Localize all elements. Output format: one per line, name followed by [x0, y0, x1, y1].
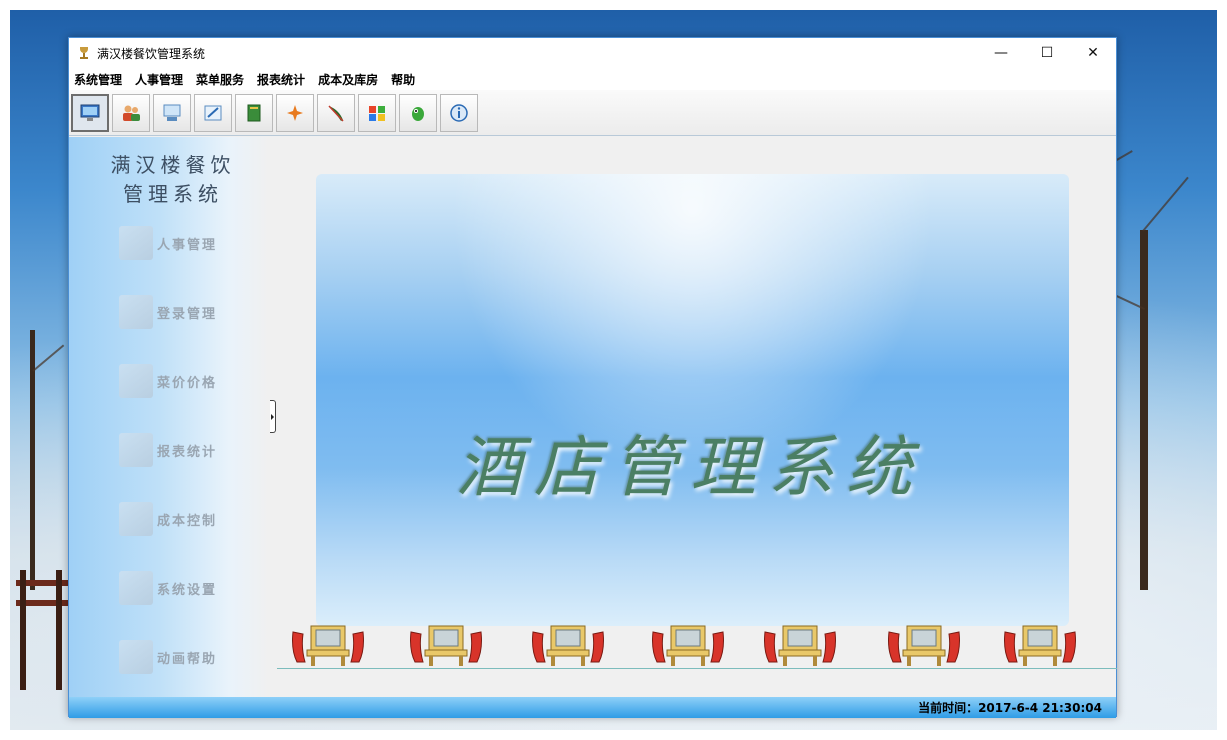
personnel-icon: [119, 226, 153, 260]
sidebar-item-label: 登录管理: [157, 306, 218, 322]
banner-title: 酒店管理系统: [456, 429, 924, 506]
sidebar-title: 满汉楼餐饮 管理系统: [103, 151, 243, 209]
title-bar: 满汉楼餐饮管理系统 — ☐ ✕: [69, 38, 1116, 68]
price-icon: [119, 364, 153, 398]
window-title: 满汉楼餐饮管理系统: [97, 46, 206, 61]
desk-chair-icon: [289, 622, 367, 668]
sidebar-item-label: 报表统计: [157, 444, 218, 460]
help-icon: [119, 640, 153, 674]
sidebar-title-line2: 管理系统: [123, 182, 223, 206]
book-icon: [247, 104, 261, 121]
sidebar-item-help[interactable]: 动画帮助: [119, 639, 217, 675]
toolbar-login-button[interactable]: [153, 93, 191, 132]
sidebar-item-label: 动画帮助: [157, 651, 218, 667]
sidebar-item-price[interactable]: 菜价价格: [119, 363, 217, 399]
desk-chair-icon: [529, 622, 607, 668]
login-icon: [119, 295, 153, 329]
computer-icon: [80, 104, 100, 121]
desk-chair-icon: [649, 622, 727, 668]
toolbar: [69, 90, 1116, 136]
cost-icon: [119, 502, 153, 536]
toolbar-star-button[interactable]: [276, 93, 314, 132]
app-window: 满汉楼餐饮管理系统 — ☐ ✕ 系统管理 人事管理 菜单服务 报表统计 成本及库…: [68, 37, 1117, 718]
sidebar-item-label: 菜价价格: [157, 375, 218, 391]
menu-cost[interactable]: 成本及库房: [318, 71, 378, 88]
wallpaper-tree: [1140, 230, 1148, 590]
sidebar-title-line1: 满汉楼餐饮: [110, 153, 236, 177]
menu-help[interactable]: 帮助: [391, 71, 415, 88]
desk-row: [289, 622, 1089, 668]
main-banner: 酒店管理系统: [316, 174, 1069, 626]
toolbar-edit-button[interactable]: [194, 93, 232, 132]
status-bar: 当前时间：2017-6-4 21:30:04: [69, 697, 1116, 718]
trophy-icon: [77, 46, 91, 60]
sidebar-item-label: 人事管理: [157, 237, 218, 253]
divider: [277, 668, 1117, 669]
sidebar-item-cost[interactable]: 成本控制: [119, 501, 217, 537]
status-time: 当前时间：2017-6-4 21:30:04: [918, 701, 1102, 715]
toolbar-mascot-button[interactable]: [399, 93, 437, 132]
desk-chair-icon: [885, 622, 963, 668]
minimize-button[interactable]: —: [978, 38, 1024, 68]
edit-icon: [204, 105, 222, 120]
toolbar-info-button[interactable]: [440, 93, 478, 132]
report-icon: [119, 433, 153, 467]
desk-chair-icon: [1001, 622, 1079, 668]
sidebar-item-settings[interactable]: 系统设置: [119, 570, 217, 606]
sidebar-item-reports[interactable]: 报表统计: [119, 432, 217, 468]
sidebar-item-label: 系统设置: [157, 582, 218, 598]
info-icon: [450, 103, 468, 122]
menu-bar: 系统管理 人事管理 菜单服务 报表统计 成本及库房 帮助: [69, 68, 1116, 90]
sidebar: 满汉楼餐饮 管理系统 人事管理 登录管理 菜价价格 报表统计 成本控制 系统设置: [69, 137, 269, 697]
toolbar-book-button[interactable]: [235, 93, 273, 132]
maximize-button[interactable]: ☐: [1024, 38, 1070, 68]
sidebar-item-login[interactable]: 登录管理: [119, 294, 217, 330]
desk-chair-icon: [761, 622, 839, 668]
toolbar-feather-button[interactable]: [317, 93, 355, 132]
wallpaper-bench: [16, 570, 68, 690]
sidebar-collapse-handle[interactable]: [270, 400, 276, 433]
close-button[interactable]: ✕: [1070, 38, 1116, 68]
mascot-icon: [412, 106, 424, 121]
sidebar-item-personnel[interactable]: 人事管理: [119, 225, 217, 261]
menu-reports[interactable]: 报表统计: [257, 71, 305, 88]
settings-icon: [119, 571, 153, 605]
users-icon: [123, 105, 140, 121]
feather-icon: [328, 104, 344, 122]
toolbar-users-button[interactable]: [112, 93, 150, 132]
login-icon: [163, 104, 181, 121]
sidebar-item-label: 成本控制: [157, 513, 218, 529]
windows-icon: [369, 105, 385, 121]
menu-system[interactable]: 系统管理: [74, 71, 122, 88]
menu-dishes[interactable]: 菜单服务: [196, 71, 244, 88]
toolbar-computer-button[interactable]: [71, 93, 109, 132]
menu-personnel[interactable]: 人事管理: [135, 71, 183, 88]
desk-chair-icon: [407, 622, 485, 668]
star-icon: [287, 104, 303, 121]
toolbar-windows-button[interactable]: [358, 93, 396, 132]
